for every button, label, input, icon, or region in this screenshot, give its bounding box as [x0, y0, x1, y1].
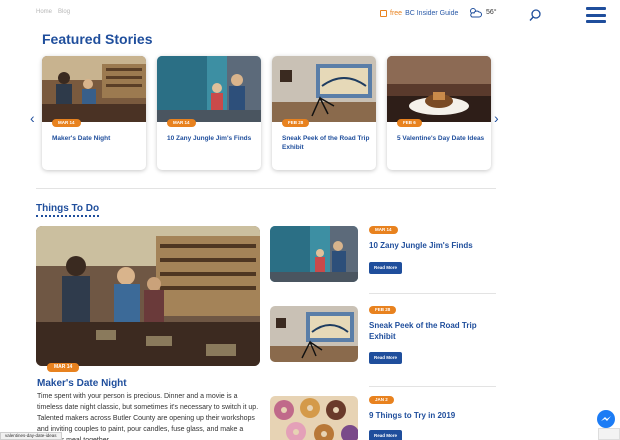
list-item-title[interactable]: 9 Things to Try in 2019 [369, 410, 497, 421]
card-title[interactable]: Maker's Date Night [52, 134, 140, 143]
list-divider [369, 293, 496, 294]
main-story-description: Time spent with your person is precious.… [37, 393, 259, 440]
carousel-prev-arrow[interactable]: ‹ [30, 110, 40, 126]
main-story-date: MAR 14 [47, 363, 80, 372]
card-title[interactable]: Sneak Peek of the Road Trip Exhibit [282, 134, 370, 152]
card-image [42, 56, 146, 122]
card-image [387, 56, 491, 122]
list-item-image[interactable] [270, 226, 358, 282]
list-item-date: MAR 14 [369, 226, 398, 234]
featured-card[interactable]: FEB 6 5 Valentine's Day Date Ideas [387, 56, 491, 170]
list-item-date: JAN 2 [369, 396, 394, 404]
insider-guide-label: BC Insider Guide [405, 10, 459, 17]
insider-guide-link[interactable]: free BC Insider Guide [380, 10, 458, 17]
card-title[interactable]: 10 Zany Jungle Jim's Finds [167, 134, 255, 143]
weather-widget: 56° [468, 7, 497, 18]
breadcrumb-blog[interactable]: Blog [58, 9, 70, 15]
main-story-title[interactable]: Maker's Date Night [37, 378, 127, 389]
card-date: FEB 28 [282, 119, 310, 127]
insider-free-label: free [390, 10, 403, 17]
top-bar: Home Blog free BC Insider Guide 56° [0, 0, 620, 30]
list-item-image[interactable] [270, 396, 358, 440]
card-date: MAR 14 [167, 119, 196, 127]
cloud-sun-icon [470, 8, 482, 18]
recaptcha-badge[interactable] [598, 428, 620, 440]
card-date: MAR 14 [52, 119, 81, 127]
list-divider [369, 386, 496, 387]
card-image [157, 56, 261, 122]
search-icon[interactable] [528, 8, 542, 22]
list-item-date: FEB 28 [369, 306, 397, 314]
breadcrumb-home[interactable]: Home [36, 9, 52, 15]
card-image [272, 56, 376, 122]
hamburger-menu-icon[interactable] [586, 7, 606, 23]
featured-card[interactable]: FEB 28 Sneak Peek of the Road Trip Exhib… [272, 56, 376, 170]
read-more-button[interactable]: Read More [369, 430, 403, 440]
carousel-next-arrow[interactable]: › [494, 110, 504, 126]
featured-card[interactable]: MAR 14 10 Zany Jungle Jim's Finds [157, 56, 261, 170]
messenger-icon [601, 416, 611, 421]
section-divider [36, 188, 496, 189]
list-item-image[interactable] [270, 306, 358, 362]
temperature: 56° [486, 9, 497, 16]
list-item-title[interactable]: 10 Zany Jungle Jim's Finds [369, 240, 497, 251]
main-story-image[interactable] [36, 226, 260, 366]
messenger-chat-button[interactable] [597, 410, 615, 428]
card-date: FEB 6 [397, 119, 422, 127]
breadcrumb: Home Blog [36, 9, 70, 15]
book-icon [380, 10, 387, 17]
list-item-title[interactable]: Sneak Peek of the Road Trip Exhibit [369, 320, 497, 342]
read-more-button[interactable]: Read More [369, 262, 403, 274]
read-more-button[interactable]: Read More [369, 352, 403, 364]
things-to-do-heading[interactable]: Things To Do [36, 203, 100, 217]
card-title[interactable]: 5 Valentine's Day Date Ideas [397, 134, 485, 143]
featured-card[interactable]: MAR 14 Maker's Date Night [42, 56, 146, 170]
status-bar-url: valentines-day-date-ideas [0, 432, 62, 440]
featured-stories-heading: Featured Stories [42, 31, 153, 47]
